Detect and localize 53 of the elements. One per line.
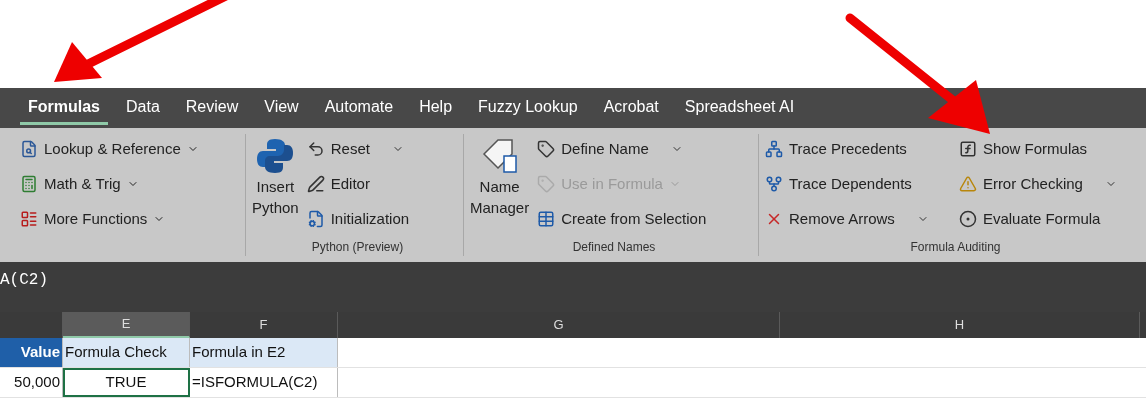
ribbon-button[interactable]: Initialization <box>306 207 410 231</box>
ribbon-tab[interactable]: Spreadsheet AI <box>676 91 803 125</box>
group-label: Defined Names <box>572 239 656 256</box>
ribbon-tab[interactable]: Acrobat <box>595 91 667 125</box>
ribbon-button[interactable]: Define Name <box>537 137 649 161</box>
ribbon-button[interactable]: More Functions <box>20 207 166 231</box>
large-ribbon-button[interactable]: Insert Python <box>252 134 299 238</box>
ribbon-button[interactable]: Remove Arrows <box>765 207 895 231</box>
ribbon-button[interactable]: Error Checking <box>958 172 1083 196</box>
ribbon-tab[interactable]: Formulas <box>20 91 108 125</box>
formula-text: A(C2) <box>0 270 48 291</box>
ribbon-button[interactable]: Create from Selection <box>537 207 707 231</box>
table-cell[interactable]: Formula Check <box>63 338 190 367</box>
python-logo-icon <box>255 136 296 176</box>
ribbon-button[interactable]: Math & Trig <box>20 172 139 196</box>
document-search-icon <box>20 140 38 158</box>
table-cell[interactable]: TRUE <box>63 368 190 397</box>
calculator-icon <box>20 175 38 193</box>
table-cell[interactable]: 50,000 <box>0 368 63 397</box>
ribbon-button[interactable]: Trace Precedents <box>765 137 907 161</box>
tag-icon <box>537 175 556 193</box>
table-cell[interactable]: Formula in E2 <box>190 338 338 367</box>
undo-icon <box>306 140 325 158</box>
ribbon-button[interactable]: Editor <box>306 172 370 196</box>
table-cell[interactable]: Value <box>0 338 63 367</box>
ribbon-tab[interactable]: Automate <box>316 91 402 125</box>
ribbon-tab[interactable]: Fuzzy Lookup <box>470 91 586 125</box>
pen-icon <box>306 175 325 193</box>
ribbon-button[interactable]: Lookup & Reference <box>20 137 199 161</box>
ribbon-tab[interactable]: Data <box>118 91 168 125</box>
list-icon <box>20 210 38 228</box>
group-label: Formula Auditing <box>910 239 1001 256</box>
column-header[interactable]: G <box>338 312 780 338</box>
trace-arrows-icon <box>765 175 783 193</box>
group-label: Python (Preview) <box>311 239 404 256</box>
ribbon-tab[interactable]: Help <box>411 91 461 125</box>
ribbon-tab[interactable]: Review <box>177 91 247 125</box>
table-icon <box>537 210 556 228</box>
ribbon-button[interactable]: Reset <box>306 137 370 161</box>
warning-icon <box>958 175 977 193</box>
tag-icon <box>537 140 556 158</box>
trace-arrows-icon <box>765 140 783 158</box>
ribbon-button[interactable]: Evaluate Formula <box>958 207 1101 231</box>
function-circle-icon <box>958 210 977 228</box>
document-gear-icon <box>306 210 325 228</box>
function-icon <box>958 140 977 158</box>
column-header[interactable]: H <box>780 312 1140 338</box>
ribbon-button[interactable]: Trace Dependents <box>765 172 912 196</box>
table-cell[interactable]: =ISFORMULA(C2) <box>190 368 338 397</box>
column-header[interactable]: E <box>63 312 190 338</box>
large-ribbon-button[interactable]: Name Manager <box>470 134 530 238</box>
ribbon-button[interactable]: Show Formulas <box>958 137 1088 161</box>
ribbon-tab[interactable]: View <box>256 91 307 125</box>
